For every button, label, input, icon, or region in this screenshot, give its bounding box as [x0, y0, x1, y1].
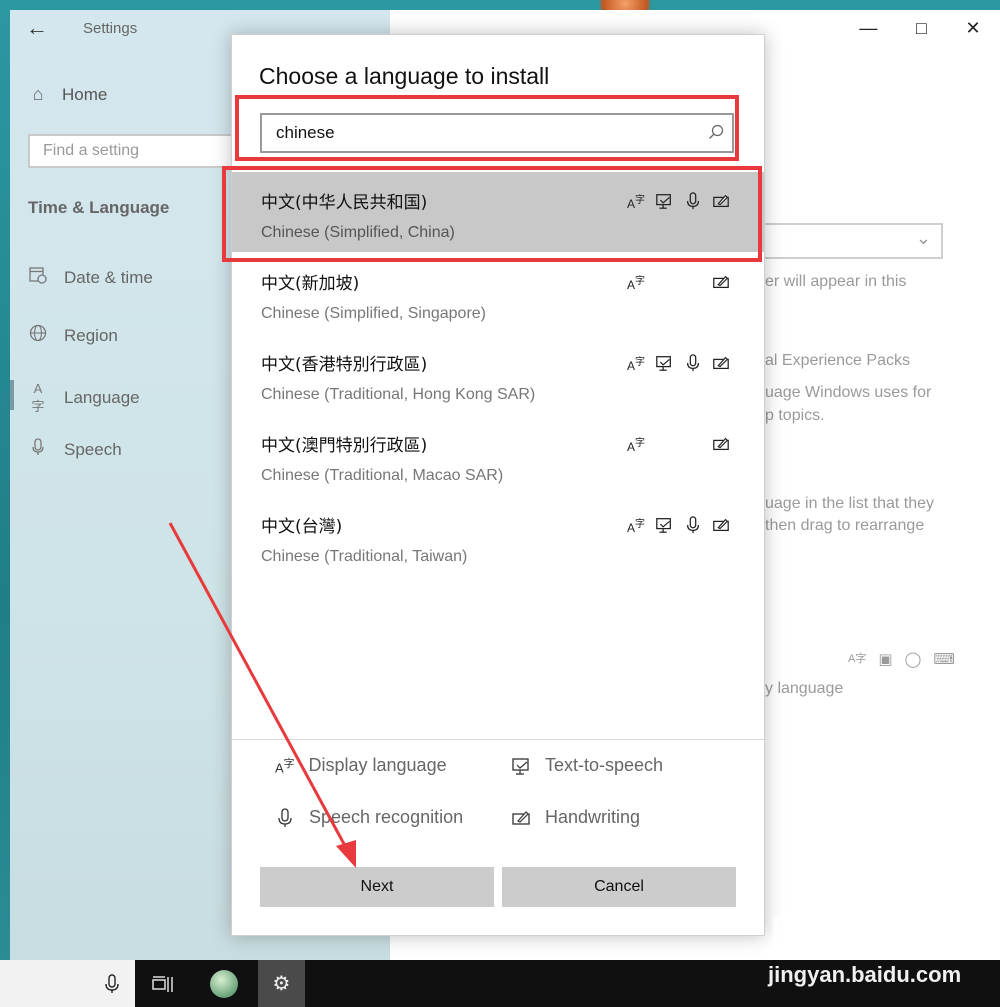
legend-label: Handwriting	[545, 807, 641, 827]
maximize-button[interactable]: □	[916, 18, 927, 39]
language-english-name: Chinese (Traditional, Taiwan)	[261, 548, 468, 565]
window-title: Settings	[83, 20, 138, 37]
chevron-down-icon: ⌄	[915, 228, 931, 248]
legend-label: Display language	[308, 755, 447, 775]
minimize-button[interactable]: —	[859, 18, 877, 39]
sidebar-item-label: Language	[64, 388, 140, 407]
legend-text-to-speech: Text-to-speech	[511, 755, 663, 776]
background-text: uage Windows uses for	[765, 384, 932, 401]
language-native-name: 中文(台灣)	[261, 517, 343, 537]
language-dropdown[interactable]: ⌄	[750, 223, 943, 259]
language-english-name: Chinese (Traditional, Hong Kong SAR)	[261, 386, 536, 403]
baidu-paw-watermark: Bai du 经验	[770, 909, 993, 953]
language-english-name: Chinese (Simplified, Singapore)	[261, 305, 486, 322]
close-button[interactable]: ✕	[966, 18, 981, 39]
handwriting-icon	[710, 433, 732, 455]
language-native-name: 中文(香港特別行政區)	[261, 355, 428, 375]
dialog-title: Choose a language to install	[259, 63, 550, 89]
app-globe-icon[interactable]	[200, 960, 247, 1007]
text-to-speech-icon	[512, 757, 529, 775]
task-view-icon[interactable]	[139, 960, 186, 1007]
legend-label: Text-to-speech	[545, 755, 664, 775]
display-language-icon: A字	[626, 519, 645, 535]
text-to-speech-icon	[653, 352, 675, 374]
display-language-icon: A字	[626, 357, 645, 373]
window-controls: — □ ✕	[840, 10, 1000, 46]
handwriting-icon	[512, 810, 530, 825]
microphone-icon	[682, 352, 704, 374]
sidebar-item-label: Region	[64, 325, 118, 345]
language-icon: A字	[31, 381, 45, 414]
display-language-icon: A字	[626, 276, 645, 292]
annotation-highlight-search	[235, 95, 739, 161]
home-icon: ⌂	[32, 84, 44, 104]
sidebar-home[interactable]: ⌂ Home	[28, 84, 108, 105]
calendar-clock-icon	[28, 266, 48, 289]
microphone-icon	[28, 438, 48, 461]
language-native-name: 中文(新加坡)	[261, 274, 360, 294]
background-text: y language	[765, 680, 844, 697]
legend-display-language: A字 Display language	[275, 755, 447, 776]
microphone-icon	[682, 514, 704, 536]
background-feature-icons: A字 ▣ ◯ ⌨	[848, 650, 955, 668]
display-language-icon: A字	[626, 438, 645, 454]
back-button[interactable]: ←	[22, 14, 52, 44]
category-title: Time & Language	[28, 198, 170, 217]
settings-gear-icon[interactable]: ⚙	[258, 960, 305, 1007]
language-list-item[interactable]: 中文(台灣) Chinese (Traditional, Taiwan) A字	[232, 496, 764, 576]
sidebar-item-speech[interactable]: Speech	[28, 438, 122, 461]
language-native-name: 中文(澳門特別行政區)	[261, 436, 428, 456]
dialog-divider	[232, 739, 764, 740]
display-language-icon: A字	[848, 653, 867, 665]
next-button[interactable]: Next	[260, 867, 494, 907]
sidebar-item-language[interactable]: A字 Language	[28, 381, 140, 415]
microphone-icon: ◯	[904, 651, 922, 668]
handwriting-icon	[710, 514, 732, 536]
handwriting-icon	[710, 271, 732, 293]
legend-handwriting: Handwriting	[511, 807, 640, 828]
globe-icon	[28, 324, 48, 347]
sidebar-item-date-time[interactable]: Date & time	[28, 266, 153, 289]
cancel-button[interactable]: Cancel	[502, 867, 736, 907]
background-text: er will appear in this	[765, 273, 907, 290]
background-text: uage in the list that they	[765, 495, 934, 512]
text-to-speech-icon: ▣	[878, 651, 893, 668]
legend-speech-recognition: Speech recognition	[275, 807, 463, 828]
sidebar-item-label: Speech	[64, 439, 122, 459]
background-text: al Experience Packs	[765, 352, 910, 369]
sidebar-home-label: Home	[62, 84, 108, 104]
microphone-icon	[278, 807, 292, 827]
background-text: then drag to rearrange	[765, 517, 925, 534]
language-list-item[interactable]: 中文(新加坡) Chinese (Simplified, Singapore) A字	[232, 253, 764, 333]
language-list-item[interactable]: 中文(澳門特別行政區) Chinese (Traditional, Macao S…	[232, 415, 764, 495]
handwriting-icon	[710, 352, 732, 374]
annotation-highlight-selection	[222, 166, 762, 262]
display-language-icon: A字	[275, 758, 295, 776]
sidebar-item-region[interactable]: Region	[28, 324, 118, 347]
sidebar-item-label: Date & time	[64, 267, 153, 287]
microphone-icon[interactable]	[88, 960, 135, 1007]
language-english-name: Chinese (Traditional, Macao SAR)	[261, 467, 504, 484]
keyboard-icon: ⌨	[933, 651, 955, 668]
text-to-speech-icon	[653, 514, 675, 536]
active-indicator	[10, 380, 14, 410]
background-text: p topics.	[765, 407, 825, 424]
legend-label: Speech recognition	[309, 807, 464, 827]
language-list-item[interactable]: 中文(香港特別行政區) Chinese (Traditional, Hong Ko…	[232, 334, 764, 414]
site-watermark: jingyan.baidu.com	[768, 962, 962, 987]
